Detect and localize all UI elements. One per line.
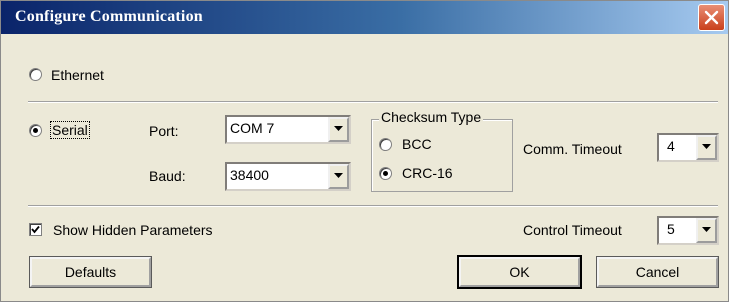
window-title: Configure Communication [15, 8, 203, 25]
checksum-legend: Checksum Type [379, 109, 484, 125]
chevron-down-icon [334, 126, 343, 131]
comm-timeout-dropdown-button[interactable] [696, 135, 717, 160]
port-dropdown-button[interactable] [328, 117, 349, 142]
bcc-label[interactable]: BCC [402, 136, 432, 152]
chevron-down-icon [334, 173, 343, 178]
bcc-radio[interactable] [379, 138, 392, 151]
baud-dropdown-button[interactable] [328, 164, 349, 189]
port-select[interactable]: COM 7 [225, 115, 351, 144]
ethernet-label[interactable]: Ethernet [51, 67, 104, 83]
baud-label: Baud: [149, 168, 186, 184]
control-timeout-value: 5 [667, 221, 675, 237]
crc16-label[interactable]: CRC-16 [402, 165, 453, 181]
ok-button-label: OK [509, 264, 530, 280]
show-hidden-checkbox[interactable] [29, 223, 42, 236]
comm-timeout-value: 4 [667, 138, 675, 154]
separator-bottom [28, 205, 718, 207]
baud-value: 38400 [230, 167, 269, 183]
show-hidden-label[interactable]: Show Hidden Parameters [53, 222, 213, 238]
serial-radio[interactable] [29, 124, 42, 137]
separator-top [28, 101, 718, 103]
control-timeout-label: Control Timeout [523, 222, 622, 238]
control-timeout-select[interactable]: 5 [657, 216, 719, 245]
cancel-button-label: Cancel [635, 264, 680, 280]
comm-timeout-label: Comm. Timeout [523, 141, 622, 157]
ok-button[interactable]: OK [457, 255, 582, 289]
checkmark-icon [31, 225, 40, 234]
defaults-button-label: Defaults [64, 264, 117, 280]
port-label: Port: [149, 123, 179, 139]
serial-label[interactable]: Serial [50, 121, 90, 139]
cancel-button[interactable]: Cancel [596, 256, 719, 288]
close-button[interactable] [698, 4, 725, 31]
crc16-radio[interactable] [379, 167, 392, 180]
title-bar[interactable]: Configure Communication [1, 1, 728, 34]
defaults-button[interactable]: Defaults [29, 256, 152, 288]
control-timeout-dropdown-button[interactable] [696, 218, 717, 243]
close-icon [704, 10, 719, 25]
configure-communication-dialog: Configure Communication Ethernet Serial … [0, 0, 729, 302]
port-value: COM 7 [230, 120, 275, 136]
chevron-down-icon [702, 227, 711, 232]
checksum-group [371, 119, 513, 192]
chevron-down-icon [702, 144, 711, 149]
baud-select[interactable]: 38400 [225, 162, 351, 191]
ethernet-radio[interactable] [29, 68, 42, 81]
comm-timeout-select[interactable]: 4 [657, 133, 719, 162]
